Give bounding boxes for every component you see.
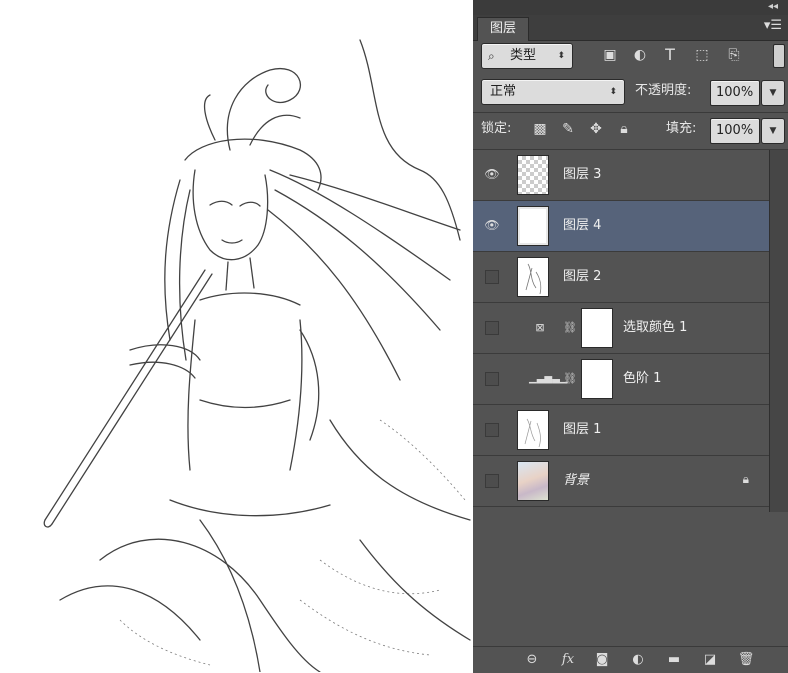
lock-transparent-pixels-icon[interactable]: ▩	[529, 118, 551, 140]
sketch-thumbnail-art	[524, 418, 541, 448]
fx-icon[interactable]: fx	[557, 651, 579, 669]
opacity-dropdown-button[interactable]: ▼	[761, 80, 785, 106]
layer-name: 选取颜色 1	[623, 320, 688, 335]
fill-label: 填充:	[666, 121, 697, 136]
lock-position-icon[interactable]: ✥	[585, 118, 607, 140]
layer-row-selective-color[interactable]: ⊠ ⛓︎ 选取颜色 1	[473, 303, 769, 354]
smart-object-filter-icon[interactable]: ⎘	[723, 44, 745, 66]
layer-mask-thumbnail[interactable]	[581, 308, 613, 348]
visibility-toggle[interactable]	[485, 474, 499, 488]
layer-name: 图层 3	[563, 167, 602, 182]
layer-name: 图层 2	[563, 269, 602, 284]
layer-thumbnail	[517, 410, 549, 450]
divider	[473, 112, 788, 113]
shape-filter-icon[interactable]: ⬚	[691, 44, 713, 66]
new-group-icon[interactable]: ▬	[663, 651, 685, 669]
layer-row-3[interactable]: 👁︎ 图层 3	[473, 150, 769, 201]
panel-menu-icon[interactable]: ▾☰	[764, 18, 782, 33]
layer-row-2[interactable]: 图层 2	[473, 252, 769, 303]
layer-row-levels[interactable]: ▁▃▅▃▁ ⛓︎ 色阶 1	[473, 354, 769, 405]
layer-name: 图层 4	[563, 218, 602, 233]
levels-adjustment-icon: ▁▃▅▃▁	[529, 373, 568, 384]
layers-list: 👁︎ 图层 3 👁︎ 图层 4 图层 2 ⊠ ⛓︎ 选取颜色 1 ▁▃▅▃▁ ⛓…	[473, 150, 769, 512]
layer-thumbnail	[517, 257, 549, 297]
fill-input[interactable]: 100%	[710, 118, 760, 144]
panel-title-strip: ◂◂	[473, 0, 788, 15]
double-chevron-right-icon[interactable]: ◂◂	[768, 0, 778, 14]
visibility-toggle[interactable]	[485, 372, 499, 386]
document-canvas[interactable]	[0, 0, 473, 672]
layers-panel: ◂◂ 图层 ▾☰ ⌕ 类型 ⬍ ▣ ◐ T ⬚ ⎘ 正常 ⬍ 不透明度: 100…	[473, 0, 788, 673]
layer-row-4[interactable]: 👁︎ 图层 4	[473, 201, 769, 252]
tab-layers[interactable]: 图层	[477, 17, 529, 41]
opacity-value: 100%	[716, 85, 754, 100]
trash-icon[interactable]: 🗑︎	[735, 651, 757, 669]
blend-mode-select[interactable]: 正常 ⬍	[481, 79, 625, 105]
chain-link-icon[interactable]: ⛓︎	[563, 371, 577, 387]
panel-tab-row: 图层 ▾☰	[473, 15, 788, 41]
type-filter-icon[interactable]: T	[659, 44, 681, 66]
visibility-toggle[interactable]	[485, 321, 499, 335]
chain-link-icon[interactable]: ⛓︎	[563, 320, 577, 336]
fill-dropdown-button[interactable]: ▼	[761, 118, 785, 144]
filter-toggle-switch[interactable]	[773, 44, 785, 68]
lock-icon[interactable]: 🔒︎	[743, 472, 749, 487]
layer-thumbnail	[517, 206, 549, 246]
filter-kind-value: 类型	[510, 48, 537, 63]
layer-row-1[interactable]: 图层 1	[473, 405, 769, 456]
layer-name: 图层 1	[563, 422, 602, 437]
add-mask-icon[interactable]: ◙	[591, 651, 613, 669]
line-art-illustration	[43, 39, 471, 672]
blend-mode-value: 正常	[490, 84, 517, 99]
sketch-thumbnail-art	[525, 263, 542, 295]
layer-name: 背景	[563, 473, 590, 488]
layer-thumbnail	[517, 461, 549, 501]
layer-name: 色阶 1	[623, 371, 662, 386]
layer-thumbnail	[517, 155, 549, 195]
eye-icon[interactable]: 👁︎	[484, 217, 500, 233]
layer-mask-thumbnail[interactable]	[581, 359, 613, 399]
lock-all-icon[interactable]: 🔒︎	[613, 118, 635, 140]
layers-scrollbar[interactable]	[769, 150, 788, 512]
updown-arrow-icon: ⬍	[609, 87, 617, 97]
link-layers-icon[interactable]: ⊖	[521, 651, 543, 669]
visibility-toggle[interactable]	[485, 270, 499, 284]
selective-color-adjustment-icon: ⊠	[535, 321, 545, 334]
updown-arrow-icon: ⬍	[557, 51, 565, 61]
fill-value: 100%	[716, 123, 754, 138]
opacity-input[interactable]: 100%	[710, 80, 760, 106]
layers-bottom-toolbar: ⊖ fx ◙ ◐ ▬ ◪ 🗑︎	[473, 646, 788, 673]
eye-icon[interactable]: 👁︎	[484, 166, 500, 182]
adjustment-filter-icon[interactable]: ◐	[629, 44, 651, 66]
visibility-toggle[interactable]	[485, 423, 499, 437]
new-layer-icon[interactable]: ◪	[699, 651, 721, 669]
new-adjustment-icon[interactable]: ◐	[627, 651, 649, 669]
opacity-label: 不透明度:	[635, 83, 692, 98]
image-filter-icon[interactable]: ▣	[599, 44, 621, 66]
layer-row-background[interactable]: 背景 🔒︎	[473, 456, 769, 507]
lock-image-pixels-icon[interactable]: ✎	[557, 118, 579, 140]
lock-label: 锁定:	[481, 121, 512, 136]
search-icon: ⌕	[488, 49, 495, 63]
filter-kind-select[interactable]: ⌕ 类型 ⬍	[481, 43, 573, 69]
